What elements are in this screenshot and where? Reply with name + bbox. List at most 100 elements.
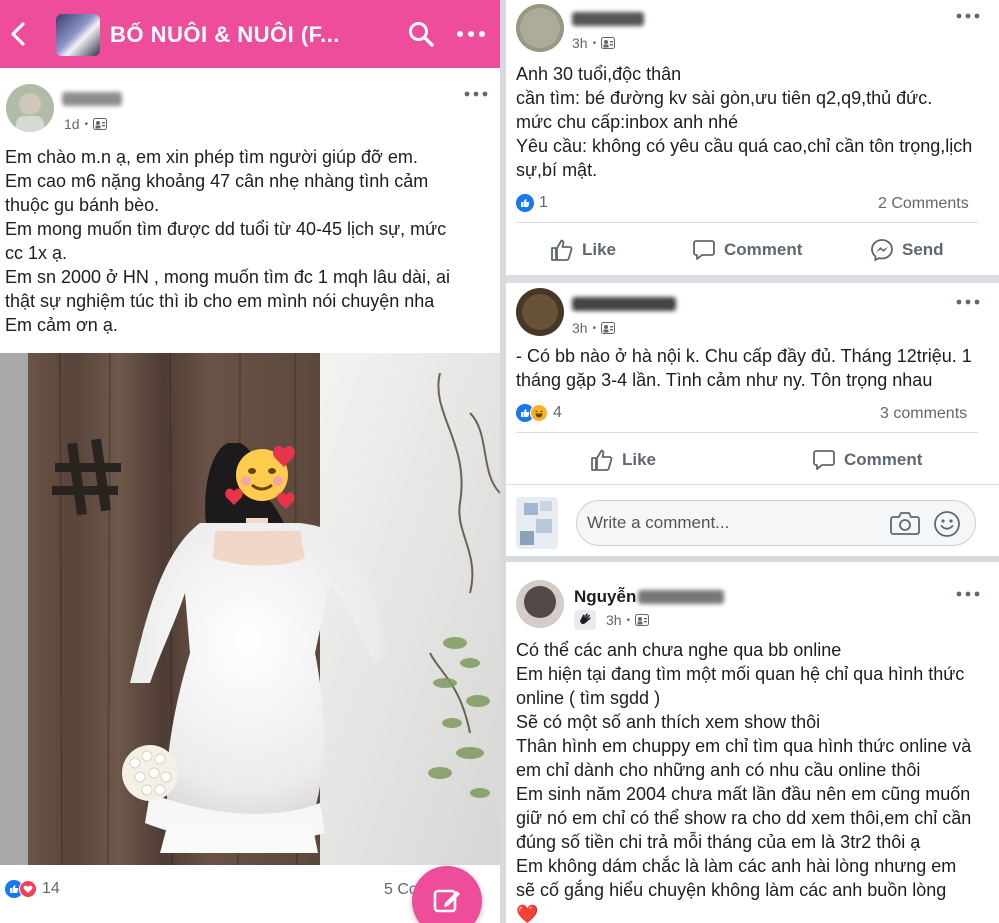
post-photo[interactable] — [0, 353, 500, 865]
post-line: Anh 30 tuổi,độc thân — [516, 64, 682, 84]
author-name-first[interactable]: Nguyễn — [574, 587, 636, 607]
like-label: Like — [582, 240, 617, 259]
send-label: Send — [902, 240, 944, 259]
post-meta: 3h • — [606, 612, 650, 628]
more-dots-icon — [956, 13, 980, 19]
post-time[interactable]: 1d — [64, 116, 80, 132]
post-line: Thân hình em chuppy em chỉ tìm qua hình … — [516, 736, 972, 756]
post-time[interactable]: 3h — [572, 320, 588, 336]
author-name-redacted[interactable] — [572, 12, 644, 26]
reaction-summary[interactable]: 14 — [5, 880, 60, 898]
post-body: Em chào m.n ạ, em xin phép tìm người giú… — [5, 145, 450, 337]
post-line: cần tìm: bé đường kv sài gòn,ưu tiên q2,… — [516, 88, 933, 108]
group-thumbnail[interactable] — [56, 14, 100, 56]
post-meta: 3h • — [572, 320, 616, 336]
back-button[interactable] — [8, 20, 30, 48]
write-post-button[interactable] — [412, 866, 482, 923]
thumbs-up-icon — [551, 239, 573, 261]
group-members-icon — [635, 614, 650, 626]
avatar[interactable] — [516, 4, 564, 52]
comment-bubble-icon — [693, 240, 715, 260]
divider — [506, 484, 999, 485]
author-name-redacted[interactable] — [638, 590, 724, 604]
comments-count[interactable]: 2 Comments — [878, 195, 969, 213]
avatar[interactable] — [516, 580, 564, 628]
member-badge[interactable] — [574, 610, 596, 630]
post-line: Yêu cầu: không có yêu cầu quá cao,chỉ cầ… — [516, 136, 973, 156]
emoji-icon[interactable] — [933, 510, 961, 538]
compose-icon — [433, 889, 460, 913]
post-time[interactable]: 3h — [606, 612, 622, 628]
comments-count[interactable]: 3 comments — [880, 405, 967, 423]
more-dots-icon — [457, 31, 485, 37]
send-button[interactable]: Send — [870, 238, 944, 262]
post-line: Em sn 2000 ở HN , mong muốn tìm đc 1 mqh… — [5, 267, 451, 287]
post-line: giữ nó em chỉ có thể show ra cho dd xem … — [516, 808, 972, 828]
author-name-redacted[interactable] — [572, 297, 676, 311]
reaction-count: 1 — [539, 194, 548, 211]
comment-bubble-icon — [813, 450, 835, 470]
comment-label: Comment — [844, 450, 923, 469]
post-options-button[interactable] — [464, 88, 488, 99]
my-avatar[interactable] — [516, 497, 558, 549]
post-time[interactable]: 3h — [572, 35, 588, 51]
post-panel-right-top: 3h • Anh 30 tuổi,độc thân cần tìm: bé đư… — [506, 0, 999, 556]
post-line: Em mong muốn tìm được dd tuổi từ 40-45 l… — [5, 219, 447, 239]
reaction-summary[interactable]: 4 — [516, 404, 562, 422]
post-line: Sẽ có một số anh thích xem show thôi — [516, 712, 821, 732]
like-button[interactable]: Like — [550, 238, 616, 262]
more-options-button[interactable] — [456, 22, 486, 46]
messenger-icon — [871, 239, 893, 262]
post-options-button[interactable] — [956, 296, 980, 307]
group-members-icon — [93, 118, 108, 130]
reaction-count: 14 — [42, 880, 60, 897]
comment-button[interactable]: Comment — [692, 238, 802, 262]
post-line: Em chào m.n ạ, em xin phép tìm người giú… — [5, 147, 418, 167]
post-panel-left: BỐ NUÔI & NUÔI (F... 1d • Em chào m.n ạ,… — [0, 0, 500, 923]
post-body: - Có bb nào ở hà nội k. Chu cấp đầy đủ. … — [516, 344, 972, 392]
post-body: Có thể các anh chưa nghe qua bb online E… — [516, 638, 971, 923]
post-line: cc 1x ạ. — [5, 243, 68, 263]
post-line: Em sinh năm 2004 chưa mất lần đầu nên em… — [516, 784, 971, 804]
post-meta: 3h • — [572, 35, 616, 51]
post-line: Có thể các anh chưa nghe qua bb online — [516, 640, 842, 660]
divider — [516, 432, 978, 433]
comment-input[interactable] — [587, 511, 877, 535]
search-icon — [409, 22, 434, 47]
group-title[interactable]: BỐ NUÔI & NUÔI (F... — [110, 22, 340, 48]
reaction-summary[interactable]: 1 — [516, 194, 548, 212]
thumbs-up-icon — [591, 449, 613, 471]
comment-button[interactable]: Comment — [812, 448, 922, 472]
avatar[interactable] — [6, 84, 54, 132]
search-button[interactable] — [407, 20, 435, 48]
haha-reaction-icon — [530, 404, 548, 422]
post-line: sự,bí mật. — [516, 160, 598, 180]
divider — [516, 222, 978, 223]
post-line: mức chu cấp:inbox anh nhé — [516, 112, 739, 132]
love-reaction-icon — [19, 880, 37, 898]
post-meta: 1d • — [64, 116, 108, 132]
post-line: - Có bb nào ở hà nội k. Chu cấp đầy đủ. … — [516, 346, 972, 366]
post-panel-right-bottom: Nguyễn 3h • Có thể các anh chưa nghe qua… — [506, 562, 999, 923]
post-line: Em không dám chắc là làm các anh hài lòn… — [516, 856, 957, 876]
heart-emoji: ❤️ — [516, 904, 539, 923]
post-options-button[interactable] — [956, 588, 980, 599]
like-button[interactable]: Like — [590, 448, 656, 472]
comment-box[interactable] — [576, 500, 976, 546]
more-dots-icon — [956, 591, 980, 597]
post-line: thuộc gu bánh bèo. — [5, 195, 160, 215]
group-members-icon — [601, 322, 616, 334]
post-line: đúng số tiền chi trả mỗi tháng của em là… — [516, 832, 921, 852]
post-line: tháng gặp 3-4 lần. Tình cảm như ny. Tôn … — [516, 370, 933, 390]
waving-hand-icon — [580, 613, 591, 624]
post-body: Anh 30 tuổi,độc thân cần tìm: bé đường k… — [516, 62, 972, 182]
post-options-button[interactable] — [956, 10, 980, 21]
camera-icon[interactable] — [890, 510, 920, 536]
group-members-icon — [601, 37, 616, 49]
author-name-redacted[interactable] — [62, 92, 122, 106]
post-line: Em hiện tại đang tìm một mối quan hệ chỉ… — [516, 664, 965, 684]
more-dots-icon — [956, 299, 980, 305]
post-line: Em cảm ơn ạ. — [5, 315, 118, 335]
avatar[interactable] — [516, 288, 564, 336]
post-line: sẽ cố gắng hiểu chuyện không làm các anh… — [516, 880, 947, 900]
